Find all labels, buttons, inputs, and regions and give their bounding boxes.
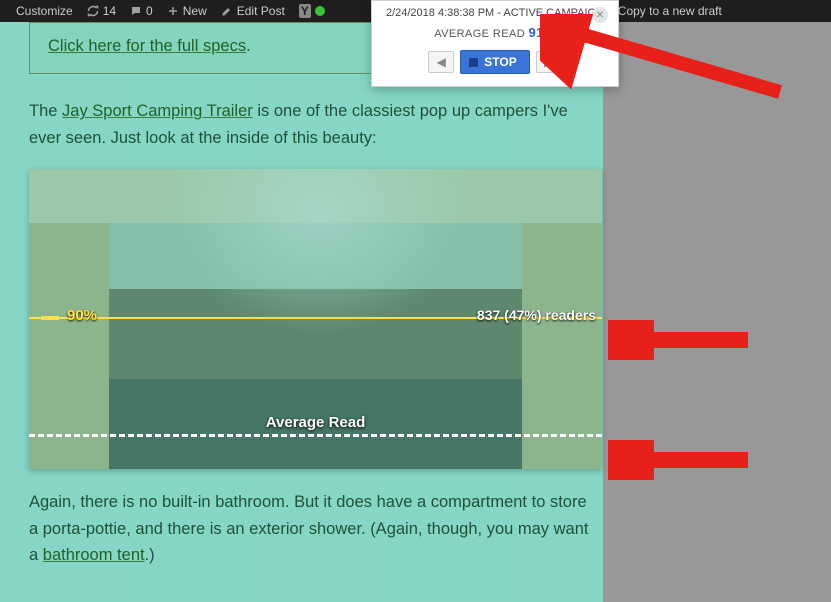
stop-icon bbox=[469, 58, 478, 67]
intro-paragraph: The Jay Sport Camping Trailer is one of … bbox=[29, 98, 589, 151]
scan-left-tick bbox=[41, 316, 59, 320]
stop-button[interactable]: STOP bbox=[460, 50, 529, 74]
stop-label: STOP bbox=[484, 55, 516, 69]
pencil-icon bbox=[221, 5, 233, 17]
seo-status-dot-icon bbox=[315, 6, 325, 16]
jay-sport-link[interactable]: Jay Sport Camping Trailer bbox=[62, 102, 253, 120]
updates-link[interactable]: 14 bbox=[81, 0, 122, 22]
new-label: New bbox=[183, 4, 207, 18]
bathroom-tent-link[interactable]: bathroom tent bbox=[43, 546, 145, 564]
edit-post-link[interactable]: Edit Post bbox=[215, 0, 291, 22]
edit-post-label: Edit Post bbox=[237, 4, 285, 18]
avg-read-label: AVERAGE READ bbox=[434, 28, 525, 40]
prev-button[interactable]: ◀ bbox=[428, 51, 454, 73]
average-read-dashed-line bbox=[29, 434, 602, 437]
full-specs-link[interactable]: Click here for the full specs bbox=[48, 37, 246, 55]
comments-count: 0 bbox=[146, 4, 153, 18]
chevron-left-icon: ◀ bbox=[437, 55, 446, 69]
readers-count-label: 837 (47%) readers bbox=[477, 307, 596, 323]
para2-b: .) bbox=[145, 546, 155, 564]
comment-icon bbox=[130, 5, 142, 17]
updates-count: 14 bbox=[103, 4, 116, 18]
annotation-arrow-1 bbox=[540, 14, 800, 104]
para1-pre: The bbox=[29, 102, 62, 120]
article-body-overlay: Click here for the full specs. The Jay S… bbox=[0, 22, 603, 602]
new-link[interactable]: New bbox=[161, 0, 213, 22]
refresh-icon bbox=[87, 5, 99, 17]
comments-link[interactable]: 0 bbox=[124, 0, 159, 22]
average-read-overlay-label: Average Read bbox=[29, 414, 602, 431]
yoast-indicator[interactable]: Y bbox=[293, 0, 331, 22]
annotation-arrow-2 bbox=[608, 320, 758, 360]
bathroom-paragraph: Again, there is no built-in bathroom. Bu… bbox=[29, 489, 589, 568]
scan-percent-label: 90% bbox=[67, 307, 97, 324]
plus-icon bbox=[167, 5, 179, 17]
camper-interior-image: 90% 837 (47%) readers Average Read bbox=[29, 169, 602, 469]
yoast-icon: Y bbox=[299, 4, 311, 18]
customize-label: Customize bbox=[16, 4, 73, 18]
annotation-arrow-3 bbox=[608, 440, 758, 480]
customize-link[interactable]: Customize bbox=[6, 0, 79, 22]
specs-period: . bbox=[246, 37, 251, 55]
reader-scan-line: 90% 837 (47%) readers bbox=[29, 317, 602, 319]
